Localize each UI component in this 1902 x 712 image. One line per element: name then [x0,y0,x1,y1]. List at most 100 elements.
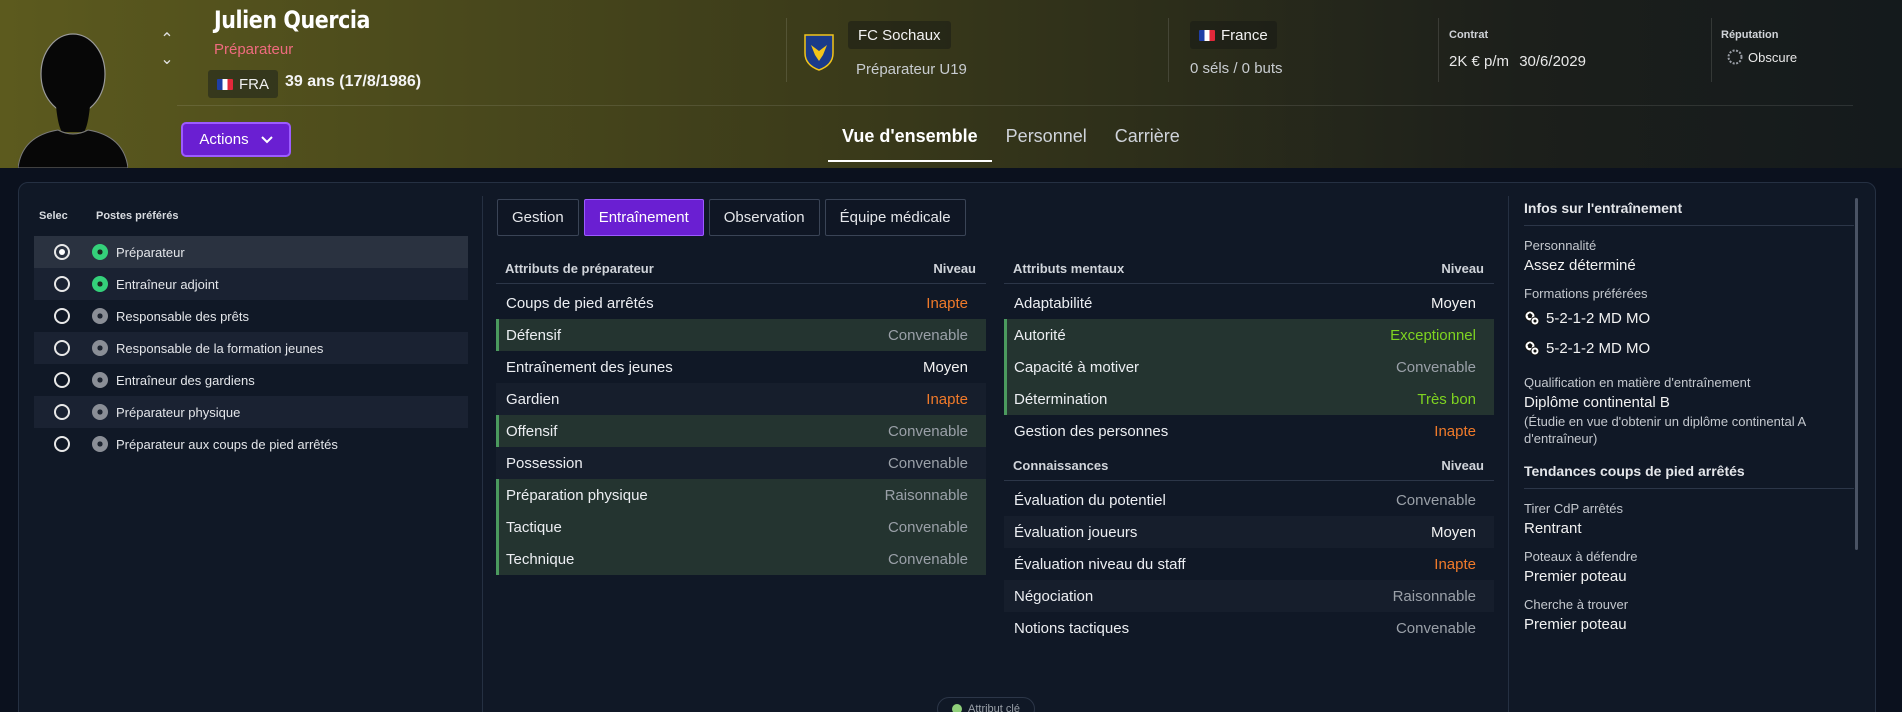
formation-icon [1524,310,1540,326]
attr-level: Convenable [887,518,968,536]
attr-level: Moyen [1430,294,1476,312]
table-row[interactable]: Évaluation du potentiel Convenable [1004,484,1494,516]
position-label: Préparateur [116,244,185,260]
table-row[interactable]: Évaluation joueurs Moyen [1004,516,1494,548]
key-attribute-legend: Attribut clé [937,697,1035,712]
position-label: Préparateur physique [116,404,241,420]
table-row[interactable]: Notions tactiques Convenable [1004,612,1494,644]
tab-personal[interactable]: Personnel [992,118,1101,162]
radio[interactable] [54,372,70,388]
player-nav: ⌃ ⌄ [156,30,178,72]
list-item[interactable]: 5-2-1-2 MD MO [1524,333,1854,363]
list-item[interactable]: Préparateur physique [34,396,468,428]
tab-career[interactable]: Carrière [1101,118,1194,162]
table-row[interactable]: Technique Convenable [496,543,986,575]
radio[interactable] [54,404,70,420]
table-row[interactable]: Offensif Convenable [496,415,986,447]
france-flag-icon [1199,29,1215,41]
attr-name: Gardien [506,390,560,408]
contract-value: 2K € p/m 30/6/2029 [1449,53,1586,70]
formation-list: 5-2-1-2 MD MO 5-2-1-2 MD MO [1524,303,1854,363]
club-role: Préparateur U19 [856,61,967,78]
section-title: Tendances coups de pied arrêtés [1524,463,1854,489]
attr-level: Convenable [1395,491,1476,509]
table-row[interactable]: Autorité Exceptionnel [1004,319,1494,351]
radio[interactable] [54,308,70,324]
list-item[interactable]: Responsable des prêts [34,300,468,332]
attr-name: Défensif [506,326,562,344]
personality-value: Assez déterminé [1524,257,1636,274]
radio-selected[interactable] [54,244,70,260]
table-row[interactable]: Préparation physique Raisonnable [496,479,986,511]
position-icon [92,372,108,388]
radio[interactable] [54,340,70,356]
table-row[interactable]: Défensif Convenable [496,319,986,351]
attr-name: Entraînement des jeunes [506,358,673,376]
reputation-icon [1727,49,1743,65]
formation-label: 5-2-1-2 MD MO [1546,339,1651,357]
attr-level: Exceptionnel [1390,326,1476,344]
list-item[interactable]: Préparateur [34,236,468,268]
qualification-note: (Étudie en vue d'obtenir un diplôme cont… [1524,414,1806,446]
table-row[interactable]: Gestion des personnes Inapte [1004,415,1494,447]
table-row[interactable]: Évaluation niveau du staff Inapte [1004,548,1494,580]
formation-icon [1524,340,1540,356]
attr-level: Convenable [887,550,968,568]
nationality-chip[interactable]: FRA [208,70,278,98]
list-item[interactable]: Entraîneur des gardiens [34,364,468,396]
club-crest-icon[interactable] [803,33,835,71]
attr-name: Évaluation joueurs [1014,523,1138,541]
table-row[interactable]: Coups de pied arrêtés Inapte [496,287,986,319]
list-item[interactable]: 5-2-1-2 MD MO [1524,303,1854,333]
reputation-label: Réputation [1721,29,1779,41]
tab-training[interactable]: Entraînement [583,199,704,236]
table-row[interactable]: Capacité à motiver Convenable [1004,351,1494,383]
country-name: France [1221,26,1268,44]
table-row[interactable]: Négociation Raisonnable [1004,580,1494,612]
attr-name: Technique [506,550,575,568]
chevron-up-icon[interactable]: ⌃ [156,30,178,50]
column-title: Connaissances [1013,458,1109,473]
column-level: Niveau [1441,458,1484,473]
table-row[interactable]: Gardien Inapte [496,383,986,415]
attr-level: Convenable [887,454,968,472]
scrollbar[interactable] [1855,198,1858,550]
international-caps: 0 séls / 0 buts [1190,60,1283,77]
attr-level: Moyen [1430,523,1476,541]
tab-scouting[interactable]: Observation [708,199,820,236]
personality-label: Personnalité [1524,238,1597,253]
attr-name: Notions tactiques [1014,619,1130,637]
defend-value: Premier poteau [1524,568,1627,585]
position-label: Entraîneur adjoint [116,276,219,292]
mental-attributes: Attributs mentaux Niveau Adaptabilité Moy… [1004,254,1494,644]
chevron-down-icon[interactable]: ⌄ [156,50,178,70]
reputation-value: Obscure [1727,49,1797,65]
header-divider [177,105,1853,106]
list-item[interactable]: Responsable de la formation jeunes [34,332,468,364]
table-row[interactable]: Possession Convenable [496,447,986,479]
reputation-text: Obscure [1748,49,1798,65]
club-chip[interactable]: FC Sochaux [848,21,951,49]
attr-name: Détermination [1014,390,1108,408]
tab-overview[interactable]: Vue d'ensemble [828,118,992,162]
tab-medical[interactable]: Équipe médicale [824,199,966,236]
divider [1168,18,1169,82]
table-row[interactable]: Détermination Très bon [1004,383,1494,415]
coach-attributes: Attributs de préparateur Niveau Coups de… [496,254,986,575]
qualification-value: Diplôme continental B [1524,394,1670,411]
attr-level: Convenable [887,326,968,344]
radio[interactable] [54,276,70,292]
divider [1711,18,1712,82]
list-item[interactable]: Entraîneur adjoint [34,268,468,300]
tab-management[interactable]: Gestion [497,199,579,236]
table-row[interactable]: Entraînement des jeunes Moyen [496,351,986,383]
section-title: Infos sur l'entraînement [1524,200,1854,226]
table-row[interactable]: Tactique Convenable [496,511,986,543]
country-chip[interactable]: France [1190,21,1277,49]
table-row[interactable]: Adaptabilité Moyen [1004,287,1494,319]
list-item[interactable]: Préparateur aux coups de pied arrêtés [34,428,468,460]
actions-button[interactable]: Actions [181,122,291,157]
position-label: Préparateur aux coups de pied arrêtés [116,436,338,452]
find-label: Cherche à trouver [1524,597,1629,612]
radio[interactable] [54,436,70,452]
